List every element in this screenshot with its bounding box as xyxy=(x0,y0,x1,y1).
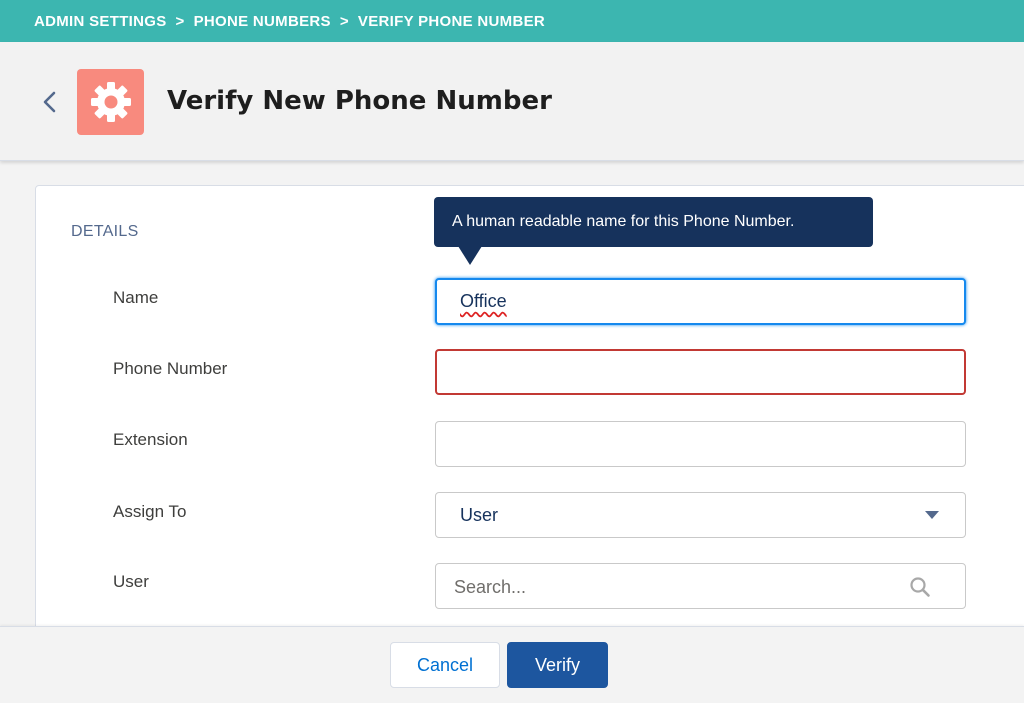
verify-button[interactable]: Verify xyxy=(507,642,608,688)
gear-icon xyxy=(90,82,131,122)
page-header: Verify New Phone Number xyxy=(0,42,1024,161)
breadcrumb-separator: > xyxy=(339,12,349,30)
name-input[interactable]: Office xyxy=(435,278,966,325)
section-label-details: DETAILS xyxy=(71,223,139,240)
user-search-input[interactable] xyxy=(436,564,916,610)
user-label: User xyxy=(113,572,149,591)
name-help-tooltip: A human readable name for this Phone Num… xyxy=(434,197,873,247)
breadcrumb-item-verify-phone-number: VERIFY PHONE NUMBER xyxy=(357,12,546,30)
tooltip-pointer xyxy=(458,246,482,265)
assign-to-label: Assign To xyxy=(113,502,187,521)
phone-number-input[interactable] xyxy=(435,349,966,395)
cancel-button[interactable]: Cancel xyxy=(390,642,500,688)
user-search-field xyxy=(435,563,966,610)
breadcrumb: ADMIN SETTINGS > PHONE NUMBERS > VERIFY … xyxy=(0,0,1024,42)
caret-down-icon xyxy=(925,511,939,519)
assign-to-selected-value: User xyxy=(460,504,499,525)
page-title: Verify New Phone Number xyxy=(167,86,552,116)
search-icon xyxy=(909,576,931,598)
breadcrumb-item-phone-numbers[interactable]: PHONE NUMBERS xyxy=(194,13,331,30)
assign-to-select[interactable]: User xyxy=(435,492,966,538)
app-icon xyxy=(77,69,144,135)
phone-number-label: Phone Number xyxy=(113,359,228,378)
extension-input[interactable] xyxy=(435,421,966,467)
name-label: Name xyxy=(113,288,159,307)
name-input-value: Office xyxy=(460,291,507,311)
breadcrumb-item-admin-settings[interactable]: ADMIN SETTINGS xyxy=(34,13,167,30)
breadcrumb-separator: > xyxy=(175,12,185,30)
extension-label: Extension xyxy=(113,430,188,449)
chevron-left-icon[interactable] xyxy=(38,90,62,114)
